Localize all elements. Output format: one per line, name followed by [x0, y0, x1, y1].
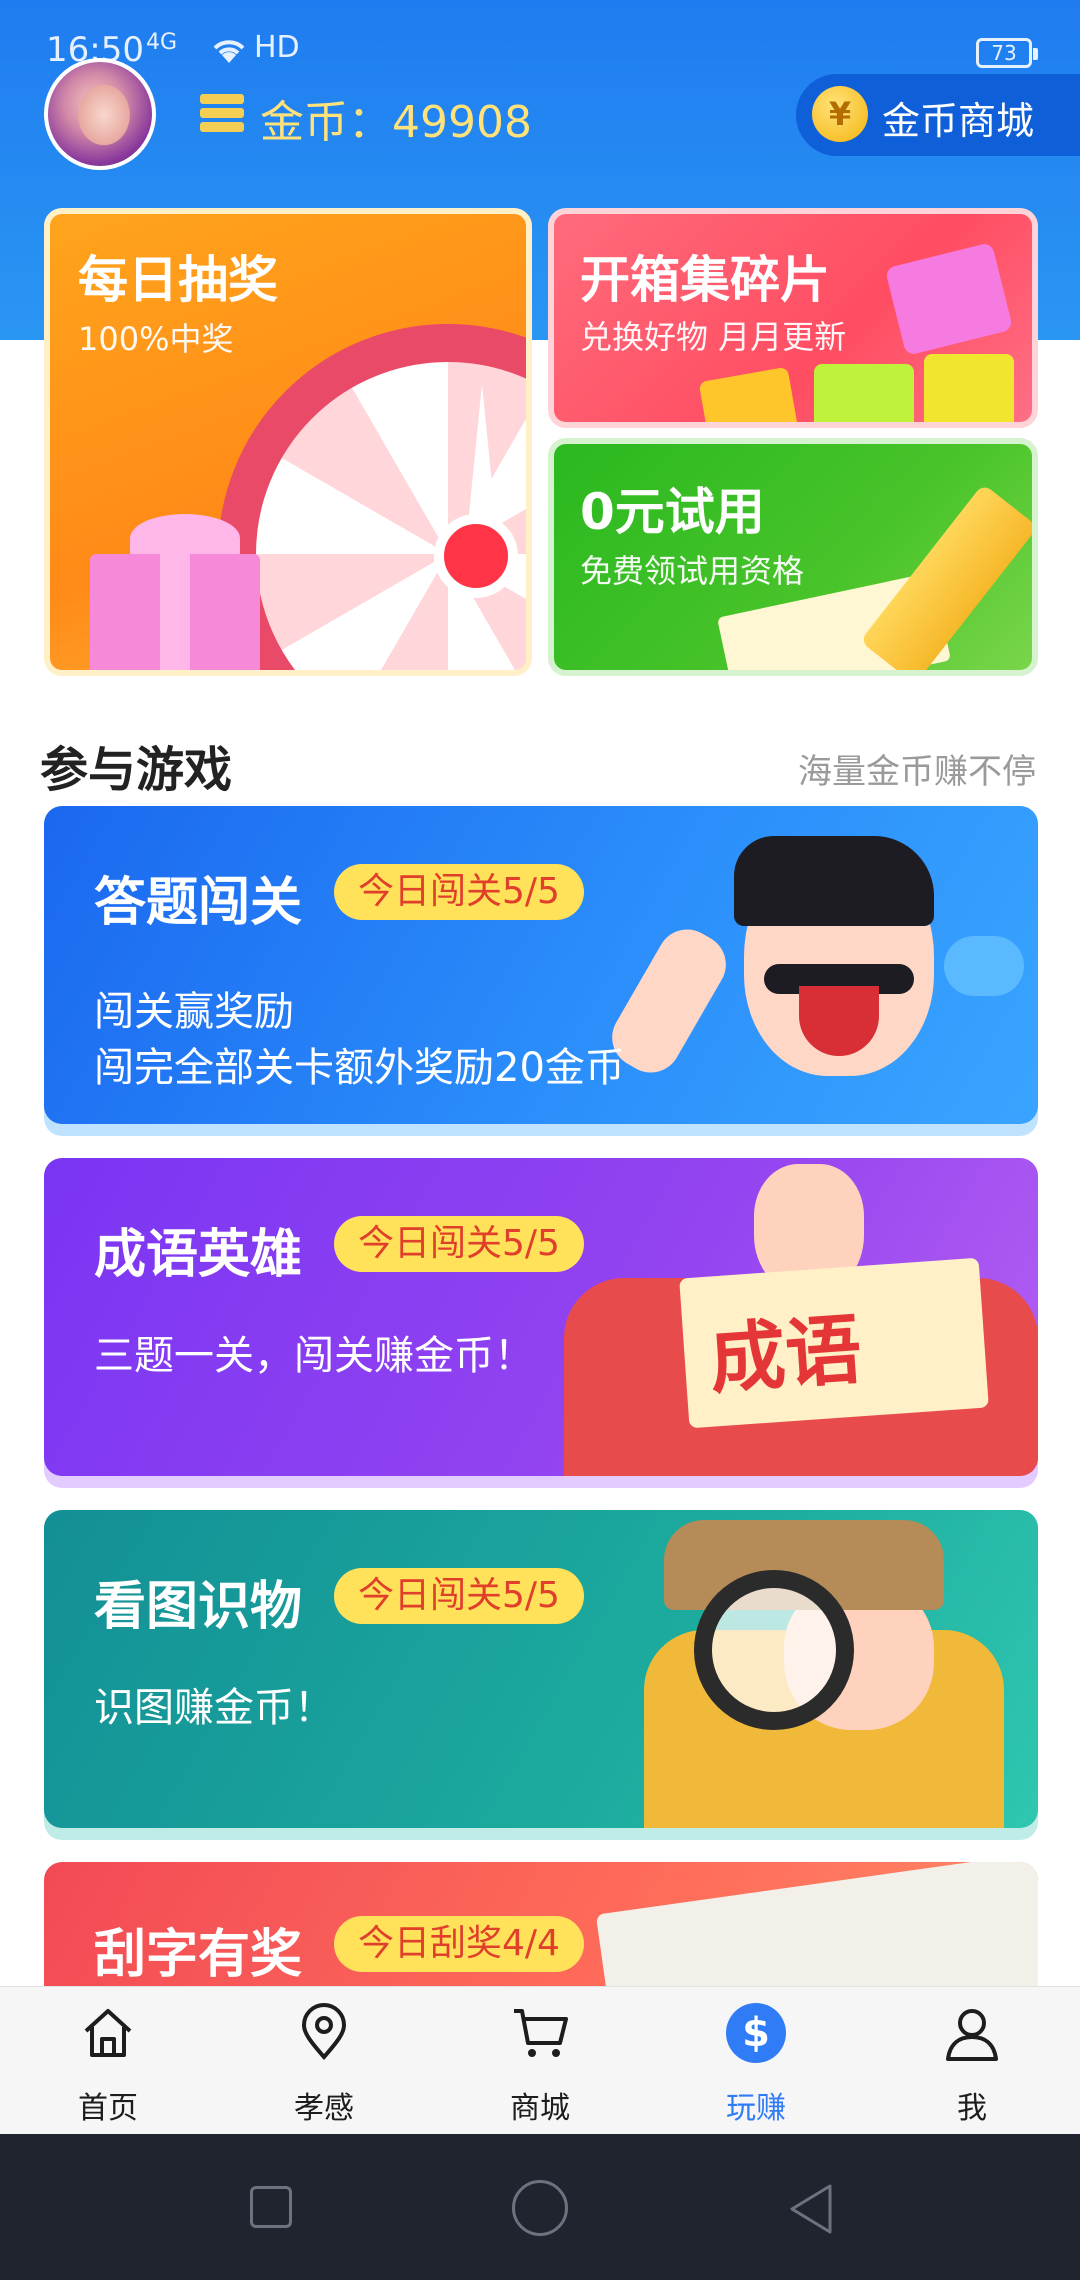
section-title: 参与游戏	[40, 742, 233, 798]
free-trial-card[interactable]: 0元试用 免费领试用资格	[548, 438, 1038, 676]
signal-icon: 4G	[146, 30, 178, 55]
game-title: 答题闯关	[94, 873, 303, 933]
dollar-icon: $	[726, 2003, 786, 2063]
game-description: 三题一关，闯关赚金币！	[94, 1333, 534, 1379]
game-title: 刮字有奖	[94, 1925, 303, 1985]
daily-lottery-subtitle: 100%中奖	[78, 320, 234, 358]
coin-stack-icon	[200, 92, 244, 132]
wheel-pointer-image	[468, 384, 496, 524]
battery-icon: 73	[976, 38, 1038, 68]
coin-shop-label: 金币商城	[882, 99, 1035, 143]
tab-shop[interactable]: 商城	[432, 1987, 648, 2135]
puzzle-piece-image	[814, 364, 914, 422]
puzzle-piece-image	[698, 366, 800, 422]
tab-me-label: 我	[957, 2091, 987, 2126]
coin-shop-button[interactable]: ¥ 金币商城	[796, 74, 1080, 156]
system-nav-bar	[0, 2134, 1080, 2280]
cart-icon	[514, 2009, 568, 2057]
collect-fragments-subtitle: 兑换好物 月月更新	[580, 318, 847, 356]
status-bar: 16:50 4G HD 73	[0, 30, 1080, 78]
tab-xiaogan-label: 孝感	[294, 2091, 354, 2126]
avatar[interactable]	[44, 58, 156, 170]
free-trial-title: 0元试用	[580, 483, 765, 541]
free-trial-subtitle: 免费领试用资格	[580, 552, 805, 590]
magnifier-icon	[694, 1570, 854, 1730]
tab-xiaogan[interactable]: 孝感	[216, 1987, 432, 2135]
tab-shop-label: 商城	[510, 2091, 570, 2126]
game-progress-badge: 今日闯关5/5	[334, 1216, 584, 1272]
game-progress-badge: 今日闯关5/5	[334, 1568, 584, 1624]
character-hair-image	[734, 836, 934, 926]
game-description: 闯完全部关卡额外奖励20金币	[94, 1045, 625, 1091]
bottom-tab-bar: 首页 孝感 商城 $ 玩赚 我	[0, 1986, 1080, 2134]
tab-earn-label: 玩赚	[726, 2091, 786, 2126]
wifi-icon	[210, 34, 248, 74]
idiom-hero-card[interactable]: 成语 成语英雄 今日闯关5/5 三题一关，闯关赚金币！	[44, 1158, 1038, 1476]
daily-lottery-card[interactable]: 每日抽奖 100%中奖	[44, 208, 532, 676]
chat-bubble-icon	[944, 936, 1024, 996]
quiz-game-card[interactable]: 答题闯关 今日闯关5/5 闯关赢奖励 闯完全部关卡额外奖励20金币	[44, 806, 1038, 1124]
tab-me[interactable]: 我	[864, 1987, 1080, 2135]
collect-fragments-card[interactable]: 开箱集碎片 兑换好物 月月更新	[548, 208, 1038, 428]
location-pin-icon	[301, 2003, 347, 2061]
tab-home[interactable]: 首页	[0, 1987, 216, 2135]
daily-lottery-title: 每日抽奖	[78, 251, 278, 309]
recent-apps-button[interactable]	[250, 2186, 292, 2228]
network-type: HD	[254, 30, 300, 65]
coin-balance-label: 金币：	[260, 97, 392, 148]
home-icon	[84, 2009, 132, 2057]
puzzle-piece-image	[924, 354, 1014, 422]
puzzle-piece-image	[884, 242, 1014, 356]
section-tagline: 海量金币赚不停	[798, 752, 1036, 792]
game-description: 闯关赢奖励	[94, 989, 294, 1035]
coin-balance-value: 49908	[392, 97, 532, 148]
game-progress-badge: 今日闯关5/5	[334, 864, 584, 920]
collect-fragments-title: 开箱集碎片	[580, 251, 830, 309]
game-title: 成语英雄	[94, 1225, 303, 1285]
game-progress-badge: 今日刮奖4/4	[334, 1916, 584, 1972]
game-description: 识图赚金币！	[94, 1685, 334, 1731]
tab-home-label: 首页	[78, 2091, 138, 2126]
yen-coin-icon: ¥	[812, 86, 868, 142]
pencil-image	[859, 483, 1032, 670]
wheel-hub-image	[434, 514, 518, 598]
user-icon	[946, 2009, 998, 2061]
tab-earn[interactable]: $ 玩赚	[648, 1987, 864, 2135]
back-icon[interactable]	[786, 2182, 836, 2236]
picture-guess-card[interactable]: 看图识物 今日闯关5/5 识图赚金币！	[44, 1510, 1038, 1828]
gift-box-image	[90, 554, 260, 670]
game-title: 看图识物	[94, 1577, 303, 1637]
home-button[interactable]	[512, 2180, 568, 2236]
coin-balance: 金币：49908	[260, 86, 532, 150]
